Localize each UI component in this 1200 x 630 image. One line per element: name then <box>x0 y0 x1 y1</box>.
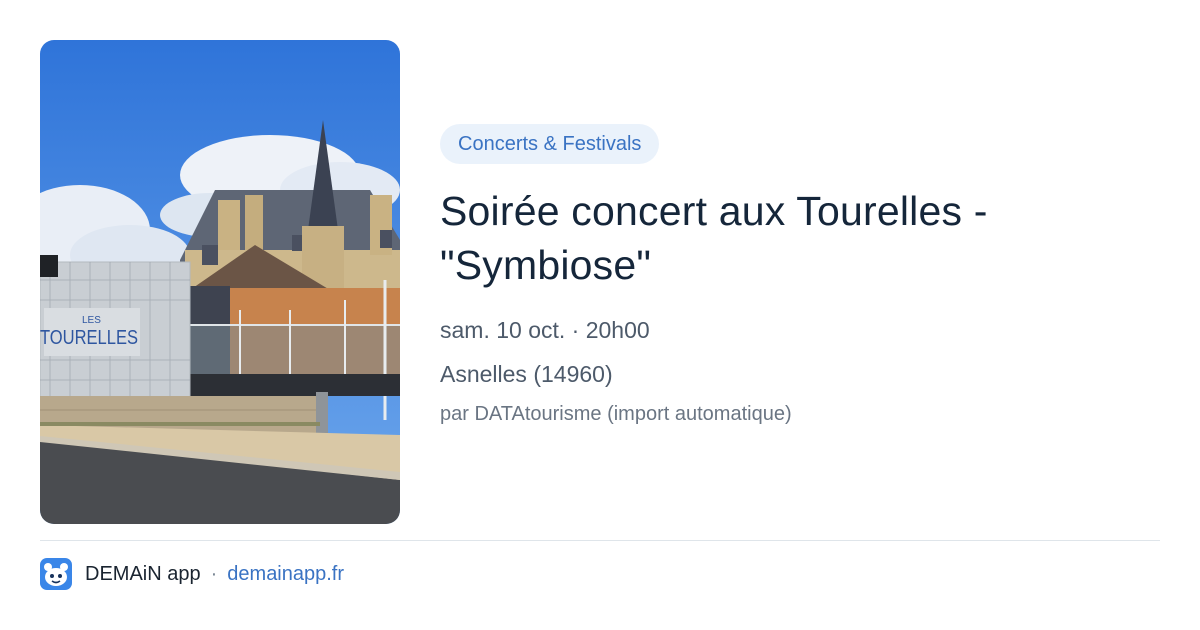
sign-top-text: LES <box>82 315 101 326</box>
demain-app-icon <box>40 558 72 590</box>
link-preview-card[interactable]: LES TOURELLES Concerts & Festivals Soiré… <box>0 0 1200 630</box>
event-date: sam. 10 oct. · 20h00 <box>440 317 650 343</box>
divider <box>40 540 1160 541</box>
event-details: Concerts & Festivals Soirée concert aux … <box>440 124 1160 427</box>
app-url-link[interactable]: demainapp.fr <box>227 563 344 586</box>
sign-main-text: TOURELLES <box>40 327 138 349</box>
event-location: Asnelles (14960) <box>440 361 613 387</box>
event-photo[interactable]: LES TOURELLES <box>40 40 400 524</box>
footer: DEMAiN app · demainapp.fr <box>40 557 344 591</box>
category-tag[interactable]: Concerts & Festivals <box>440 124 660 164</box>
app-name: DEMAiN app <box>85 562 201 585</box>
event-source: par DATAtourisme (import automatique) <box>440 403 792 425</box>
event-title[interactable]: Soirée concert aux Tourelles - "Symbiose… <box>440 184 1160 292</box>
footer-separator: · <box>210 562 218 585</box>
